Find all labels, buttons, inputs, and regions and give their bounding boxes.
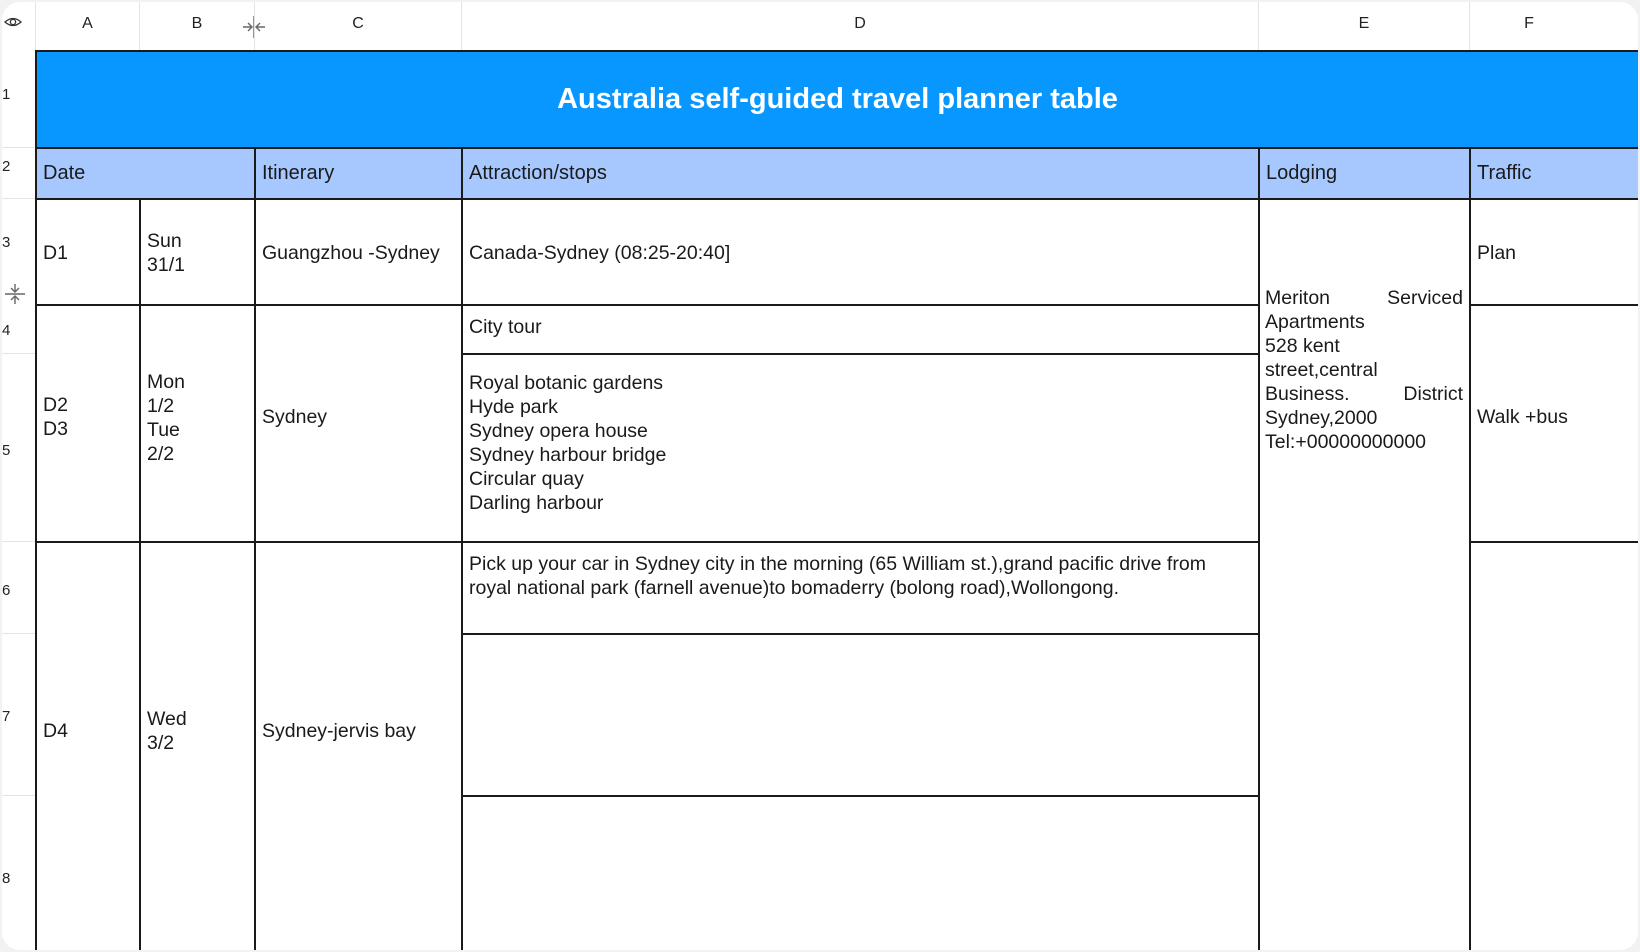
cell-a4[interactable]: D2 D3 — [37, 393, 139, 441]
cell-b4-line3: Tue — [147, 419, 180, 441]
column-header-d[interactable]: D — [462, 2, 1258, 52]
header-itinerary[interactable]: Itinerary — [256, 149, 461, 198]
column-header-c[interactable]: C — [255, 2, 461, 52]
cell-b3-line1: Sun — [147, 230, 182, 252]
cell-b4-line4: 2/2 — [147, 443, 175, 465]
row-header-8[interactable]: 8 — [2, 870, 35, 887]
cell-f6[interactable] — [1471, 543, 1638, 950]
cell-d6[interactable]: Pick up your car in Sydney city in the m… — [463, 552, 1258, 600]
cell-c4[interactable]: Sydney — [256, 405, 461, 429]
column-header-a[interactable]: A — [36, 2, 139, 52]
row-header-7[interactable]: 7 — [2, 708, 35, 725]
column-header-f[interactable]: F — [1470, 2, 1588, 52]
cell-f3[interactable]: Plan — [1471, 241, 1638, 265]
eye-icon[interactable] — [4, 15, 22, 29]
row-header-4[interactable]: 4 — [2, 322, 35, 339]
cell-b6-line1: Wed — [147, 708, 187, 730]
header-attractions[interactable]: Attraction/stops — [463, 149, 1258, 198]
cell-e3-lodging[interactable]: Meriton Serviced Apartments 528 kent str… — [1265, 286, 1463, 454]
cell-c3[interactable]: Guangzhou -Sydney — [256, 241, 461, 265]
row-header-6[interactable]: 6 — [2, 582, 35, 599]
header-date[interactable]: Date — [37, 149, 254, 198]
lodging-word-5b: District — [1403, 383, 1463, 405]
header-traffic[interactable]: Traffic — [1471, 149, 1638, 198]
lodging-word-1: Meriton — [1265, 287, 1331, 309]
row-header-1[interactable]: 1 — [2, 86, 35, 103]
cell-b4-line1: Mon — [147, 371, 185, 393]
row-header-5[interactable]: 5 — [2, 442, 35, 459]
cell-b4-line2: 1/2 — [147, 395, 175, 417]
row-resize-icon[interactable] — [5, 283, 25, 305]
cell-a6[interactable]: D4 — [37, 719, 139, 743]
cell-d7[interactable] — [463, 635, 1258, 795]
header-lodging[interactable]: Lodging — [1260, 149, 1469, 198]
cell-d8[interactable] — [463, 797, 1258, 950]
column-header-b[interactable]: B — [140, 2, 254, 52]
cell-a4-line1: D2 — [43, 394, 68, 416]
attraction-item: Hyde park — [469, 396, 558, 418]
lodging-line-4: street,central — [1265, 359, 1378, 381]
cell-a4-line2: D3 — [43, 418, 68, 440]
cell-b6[interactable]: Wed 3/2 — [141, 707, 254, 755]
cell-a3[interactable]: D1 — [37, 241, 139, 265]
cell-d6-line1: Pick up your car in Sydney city in the m… — [469, 553, 1206, 575]
cell-b6-line2: 3/2 — [147, 732, 175, 754]
cell-d5[interactable]: Royal botanic gardens Hyde park Sydney o… — [463, 371, 1258, 515]
attraction-item: Circular quay — [469, 468, 584, 490]
cell-d4[interactable]: City tour — [463, 315, 1258, 339]
cell-d6-line2: royal national park (farnell avenue)to b… — [469, 577, 1120, 599]
cell-b4[interactable]: Mon 1/2 Tue 2/2 — [141, 370, 254, 466]
sheet-title[interactable]: Australia self-guided travel planner tab… — [37, 52, 1638, 147]
cell-e6[interactable] — [1260, 543, 1469, 950]
lodging-word-5a: Business. — [1265, 383, 1350, 405]
lodging-word-2: Serviced — [1387, 287, 1463, 309]
cell-d3[interactable]: Canada-Sydney (08:25-20:40] — [463, 241, 1258, 265]
cell-f4[interactable]: Walk +bus — [1471, 405, 1638, 429]
attraction-item: Darling harbour — [469, 492, 604, 514]
lodging-line-3: 528 kent — [1265, 335, 1340, 357]
lodging-line-2: Apartments — [1265, 311, 1365, 333]
lodging-line-6: Sydney,2000 — [1265, 407, 1378, 429]
attraction-item: Royal botanic gardens — [469, 372, 664, 394]
lodging-line-7: Tel:+00000000000 — [1265, 431, 1427, 453]
row-header-3[interactable]: 3 — [2, 234, 35, 251]
cell-b3-line2: 31/1 — [147, 254, 185, 276]
spreadsheet: A B C D E F 1 2 3 4 5 6 7 8 Australia se… — [2, 2, 1638, 950]
cell-c6[interactable]: Sydney-jervis bay — [256, 719, 461, 743]
row-header-2[interactable]: 2 — [2, 158, 35, 175]
column-header-e[interactable]: E — [1259, 2, 1469, 52]
attraction-item: Sydney harbour bridge — [469, 444, 667, 466]
lodging-line-5: Business. District — [1265, 382, 1463, 406]
lodging-line-1: Meriton Serviced — [1265, 286, 1463, 310]
cell-b3[interactable]: Sun 31/1 — [141, 229, 254, 277]
attraction-item: Sydney opera house — [469, 420, 648, 442]
